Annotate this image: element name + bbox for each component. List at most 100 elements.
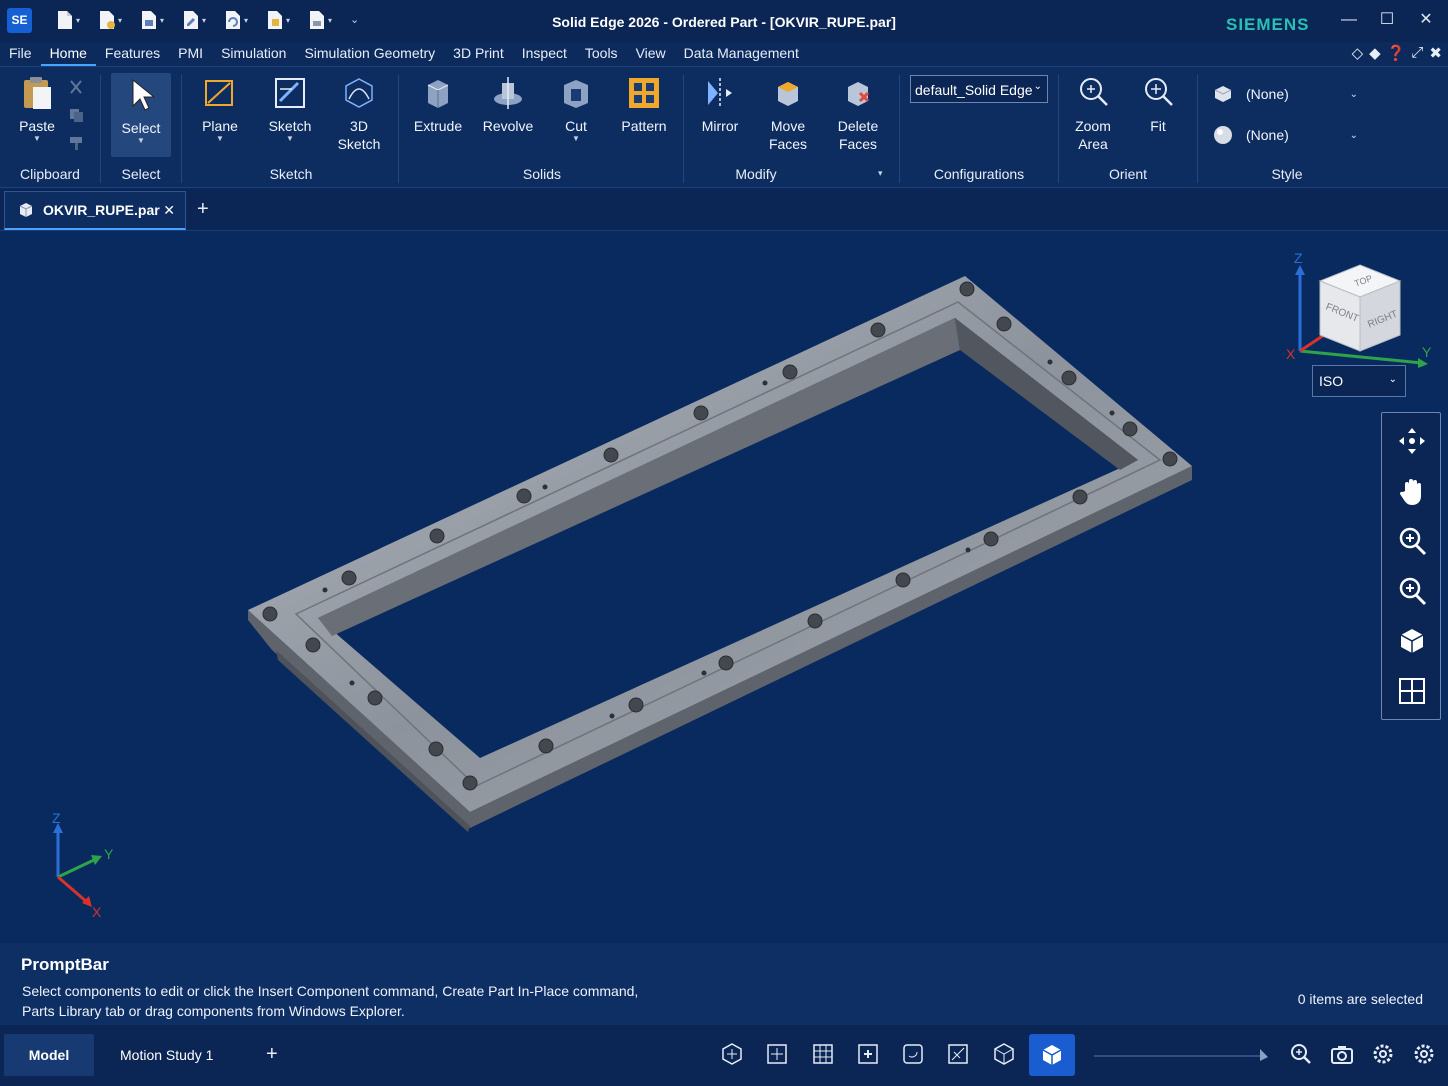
close-button[interactable]: ✕ — [1409, 6, 1443, 34]
cube-axis-x: X — [1286, 346, 1296, 362]
add-study-button[interactable]: + — [266, 1043, 278, 1066]
extrude-icon — [427, 80, 449, 108]
paste-icon — [24, 77, 51, 109]
chevron-down-icon: ▼ — [137, 136, 145, 145]
prompt-line-1: Select components to edit or click the I… — [22, 983, 639, 999]
redo-button[interactable]: ▾ — [266, 8, 304, 32]
view-rotate-icon[interactable] — [901, 1042, 925, 1066]
menu-pmi[interactable]: PMI — [169, 42, 212, 66]
view-shaded-button[interactable] — [1029, 1034, 1075, 1076]
close-icon[interactable]: ✖ — [1429, 44, 1442, 62]
view-orientation-select[interactable]: ISO ⌄ — [1312, 365, 1406, 397]
fit-label: Fit — [1150, 118, 1166, 134]
menu-3d-print[interactable]: 3D Print — [444, 42, 513, 66]
configurations-select[interactable]: default_Solid Edge ⌄ — [910, 75, 1048, 103]
menu-features[interactable]: Features — [96, 42, 169, 66]
plane-button[interactable]: Plane ▼ — [196, 75, 244, 143]
zoom-area-button[interactable]: Zoom Area — [1068, 75, 1118, 153]
select-button[interactable]: Select ▼ — [111, 73, 171, 157]
zoom-in-icon[interactable] — [1396, 525, 1428, 557]
view-style-select[interactable]: (None) ⌄ — [1212, 120, 1372, 150]
pattern-label: Pattern — [621, 118, 667, 134]
mirror-button[interactable]: Mirror — [696, 75, 744, 135]
extrude-button[interactable]: Extrude — [412, 75, 464, 135]
minimize-button[interactable]: — — [1332, 6, 1366, 34]
tab-model[interactable]: Model — [4, 1034, 94, 1076]
app-logo[interactable]: SE — [7, 8, 32, 33]
menu-tools[interactable]: Tools — [576, 42, 627, 66]
save-as-button[interactable]: ▾ — [182, 8, 220, 32]
settings-gear-icon[interactable] — [1371, 1042, 1395, 1066]
3d-sketch-button[interactable]: 3D Sketch — [332, 75, 386, 153]
menu-view[interactable]: View — [627, 42, 675, 66]
zoom-icon[interactable] — [1396, 575, 1428, 607]
view-sketch-icon[interactable] — [720, 1042, 744, 1066]
rotate-icon[interactable] — [1396, 425, 1428, 457]
modify-expand-icon[interactable]: ▾ — [878, 168, 883, 179]
menu-data-management[interactable]: Data Management — [675, 42, 808, 66]
options-gear-icon[interactable] — [1412, 1042, 1436, 1066]
new-file-button[interactable]: ▾ — [56, 8, 94, 32]
paste-button[interactable]: Paste ▼ — [14, 75, 60, 143]
print-button[interactable]: ▾ — [308, 8, 346, 32]
chevron-down-icon: ⌄ — [1033, 81, 1042, 92]
format-painter-icon[interactable] — [68, 135, 84, 151]
view-grid-icon[interactable] — [811, 1042, 835, 1066]
close-tab-icon[interactable]: ✕ — [163, 202, 175, 219]
extrude-label: Extrude — [413, 118, 463, 134]
cut-scissors-icon[interactable] — [68, 79, 84, 95]
save-button[interactable]: ▾ — [140, 8, 178, 32]
face-style-select[interactable]: (None) ⌄ — [1212, 79, 1372, 109]
diamond-icon[interactable]: ◇ — [1352, 44, 1364, 62]
add-tab-button[interactable]: + — [197, 198, 209, 221]
view-orientation-value: ISO — [1319, 373, 1344, 389]
tab-motion-study[interactable]: Motion Study 1 — [120, 1034, 213, 1076]
menu-home[interactable]: Home — [40, 42, 96, 66]
view-front-icon[interactable] — [856, 1042, 880, 1066]
zoom-slider-thumb[interactable] — [1258, 1047, 1270, 1063]
sketch-button[interactable]: Sketch ▼ — [264, 75, 316, 143]
view-cube[interactable]: Z X Y TOP FRONT RIGHT — [1282, 251, 1442, 371]
menu-simulation[interactable]: Simulation — [212, 42, 295, 66]
style-group-label: Style — [1271, 166, 1303, 182]
print-icon — [310, 11, 324, 29]
view-section-icon[interactable] — [946, 1042, 970, 1066]
maximize-button[interactable]: ☐ — [1370, 6, 1404, 34]
view-cube-icon[interactable] — [1396, 625, 1428, 657]
view-wireframe-cube-icon[interactable] — [992, 1042, 1016, 1066]
save-icon — [142, 11, 156, 29]
document-tab-label: OKVIR_RUPE.par — [43, 202, 160, 218]
graphics-viewport[interactable]: Z X Y TOP FRONT RIGHT ISO ⌄ Z Y X — [0, 231, 1448, 943]
revolve-button[interactable]: Revolve — [480, 75, 536, 135]
menu-file[interactable]: File — [0, 42, 41, 66]
expand-icon[interactable]: ⤢ — [1411, 44, 1423, 62]
viewports-icon[interactable] — [1396, 675, 1428, 707]
open-file-button[interactable]: ▾ — [98, 8, 136, 32]
cursor-arrow-icon — [132, 78, 156, 111]
shape-icon[interactable]: ◆ — [1369, 44, 1381, 62]
zoom-area-label-2: Area — [1078, 136, 1108, 152]
pattern-button[interactable]: Pattern — [616, 75, 672, 135]
customize-toolbar-icon[interactable]: ⌄ — [350, 8, 364, 32]
status-bar: Model Motion Study 1 + — [0, 1025, 1448, 1086]
cut-button[interactable]: Cut ▼ — [556, 75, 596, 143]
menu-simulation-geometry[interactable]: Simulation Geometry — [295, 42, 444, 66]
revolve-icon — [494, 77, 522, 109]
part-model[interactable] — [0, 231, 1448, 943]
ribbon-separator — [100, 75, 101, 183]
pan-hand-icon[interactable] — [1396, 475, 1428, 507]
help-icon[interactable]: ❓ — [1387, 44, 1406, 62]
chevron-down-icon: ⌄ — [1388, 374, 1397, 385]
copy-icon[interactable] — [68, 107, 84, 123]
view-top-icon[interactable] — [765, 1042, 789, 1066]
move-faces-button[interactable]: Move Faces — [762, 75, 814, 153]
zoom-slider-track[interactable] — [1094, 1055, 1264, 1057]
undo-button[interactable]: ▾ — [224, 8, 262, 32]
menu-inspect[interactable]: Inspect — [513, 42, 576, 66]
mirror-label: Mirror — [701, 118, 739, 134]
zoom-icon[interactable] — [1289, 1042, 1313, 1066]
fit-button[interactable]: Fit — [1138, 75, 1178, 135]
document-tab[interactable]: OKVIR_RUPE.par ✕ — [4, 191, 186, 230]
camera-icon[interactable] — [1330, 1042, 1354, 1066]
delete-faces-button[interactable]: Delete Faces — [830, 75, 886, 153]
